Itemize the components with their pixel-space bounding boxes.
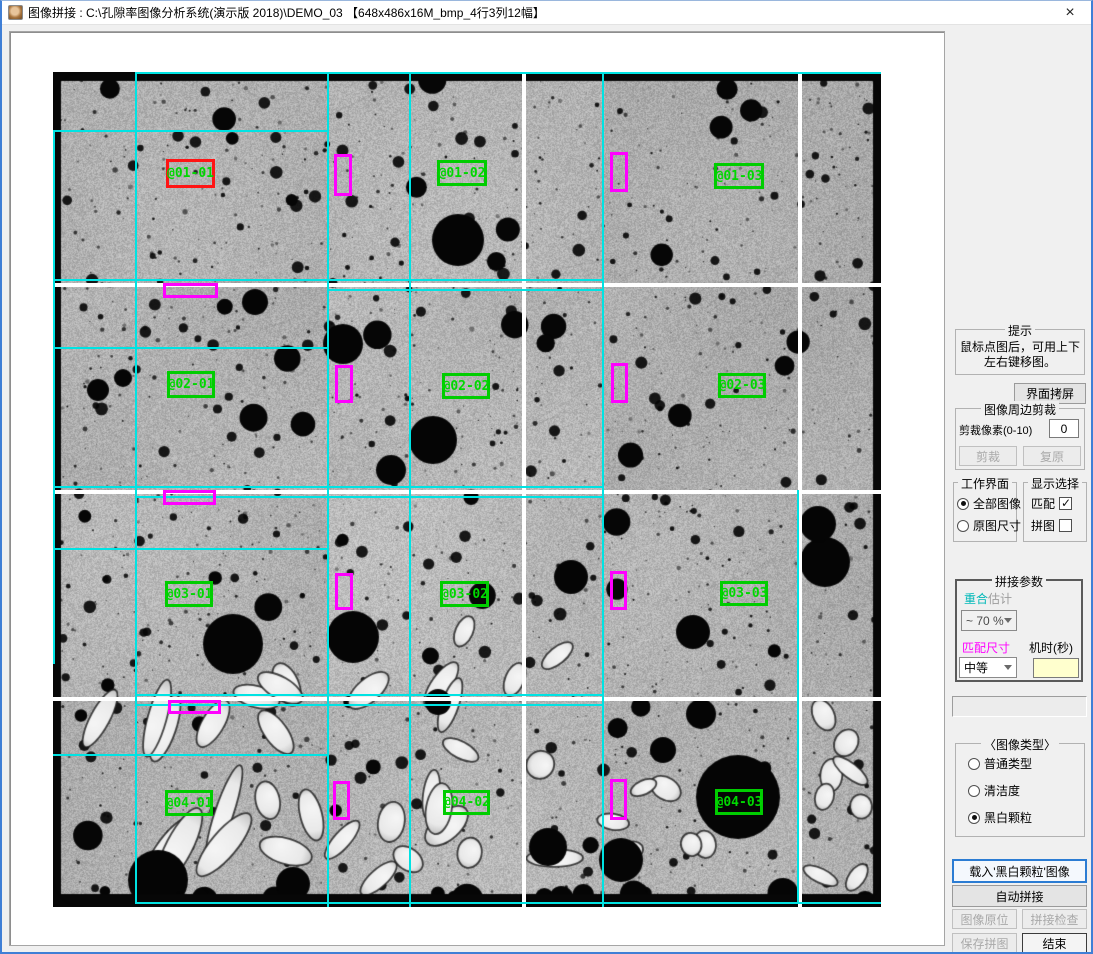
match-size-combobox[interactable]: 中等 [959,657,1017,678]
radio-icon [957,520,969,532]
control-panel: 提示 鼠标点图后，可用上下左右键移图。 界面拷屏 图像周边剪裁 剪裁像素(0-1… [945,31,1088,946]
window-title: 图像拼接 : C:\孔隙率图像分析系统(演示版 2018)\DEMO_03 【6… [28,4,545,21]
radio-bw-particles[interactable]: 黑白颗粒 [968,809,1032,826]
display-group-title: 显示选择 [1028,475,1082,492]
overlap-combobox[interactable]: ~ 70 % [961,610,1017,631]
chevron-down-icon [1004,618,1012,623]
radio-cleanliness[interactable]: 清洁度 [968,782,1020,799]
stitch-params-title: 拼接参数 [992,573,1046,590]
checkbox-match[interactable]: 匹配 [1031,495,1072,512]
image-type-group: 〈图像类型〉 普通类型 清洁度 黑白颗粒 [955,743,1085,837]
match-size-value: 中等 [964,659,988,676]
radio-all-images[interactable]: 全部图像 [957,495,1021,512]
checkbox-label: 匹配 [1031,495,1055,512]
overlap-label: 重合 [964,592,988,606]
stitch-params-group: 拼接参数 重合估计 ~ 70 % 匹配尺寸 机时(秒) 中等 [955,579,1083,682]
restore-button: 复原 [1023,446,1081,466]
radio-label: 清洁度 [984,782,1020,799]
radio-original-size[interactable]: 原图尺寸 [957,517,1021,534]
stitch-check-button: 拼接检查 [1022,909,1087,929]
title-bar: 图像拼接 : C:\孔隙率图像分析系统(演示版 2018)\DEMO_03 【6… [2,1,1091,25]
radio-icon [968,785,980,797]
workspace-group-title: 工作界面 [958,475,1012,492]
end-button[interactable]: 结束 [1022,933,1087,953]
checkbox-icon [1059,497,1072,510]
crop-pixels-input[interactable] [1049,419,1079,438]
crop-group-title: 图像周边剪裁 [981,401,1059,418]
checkbox-icon [1059,519,1072,532]
hint-group: 提示 鼠标点图后，可用上下左右键移图。 [955,329,1085,375]
image-type-title: 〈图像类型〉 [981,736,1059,753]
overlap-estimate-label: 估计 [988,592,1012,606]
app-icon [8,5,23,20]
workspace-group: 工作界面 全部图像 原图尺寸 [953,482,1017,542]
checkbox-label: 拼图 [1031,517,1055,534]
status-strip [952,696,1087,717]
hint-group-title: 提示 [1005,322,1035,339]
radio-icon [968,812,980,824]
radio-label: 原图尺寸 [973,517,1021,534]
radio-label: 全部图像 [973,495,1021,512]
overlap-value: ~ 70 % [966,614,1004,628]
close-icon[interactable]: × [1055,5,1085,21]
machine-time-input[interactable] [1033,658,1079,678]
radio-normal-type[interactable]: 普通类型 [968,755,1032,772]
hint-text: 鼠标点图后，可用上下左右键移图。 [959,340,1081,370]
auto-stitch-button[interactable]: 自动拼接 [952,885,1087,907]
machine-time-label: 机时(秒) [1029,639,1073,656]
crop-group: 图像周边剪裁 剪裁像素(0-10) 剪裁 复原 [955,408,1085,470]
radio-icon [957,498,969,510]
checkbox-stitch[interactable]: 拼图 [1031,517,1072,534]
radio-icon [968,758,980,770]
chevron-down-icon [1004,665,1012,670]
image-container: @01-01@01-02@01-03@02-01@02-02@02-03@03-… [9,31,945,946]
radio-label: 普通类型 [984,755,1032,772]
display-group: 显示选择 匹配 拼图 [1023,482,1087,542]
client-area: @01-01@01-02@01-03@02-01@02-02@02-03@03-… [2,25,1091,952]
app-window: 图像拼接 : C:\孔隙率图像分析系统(演示版 2018)\DEMO_03 【6… [0,0,1093,954]
save-stitch-button: 保存拼图 [952,933,1017,953]
radio-label: 黑白颗粒 [984,809,1032,826]
match-size-label: 匹配尺寸 [962,639,1010,656]
crop-button: 剪裁 [959,446,1017,466]
load-bw-particles-button[interactable]: 载入'黑白颗粒'图像 [952,859,1087,883]
stitched-image-canvas[interactable] [53,72,881,907]
image-origin-button: 图像原位 [952,909,1017,929]
crop-pixels-label: 剪裁像素(0-10) [959,422,1032,438]
